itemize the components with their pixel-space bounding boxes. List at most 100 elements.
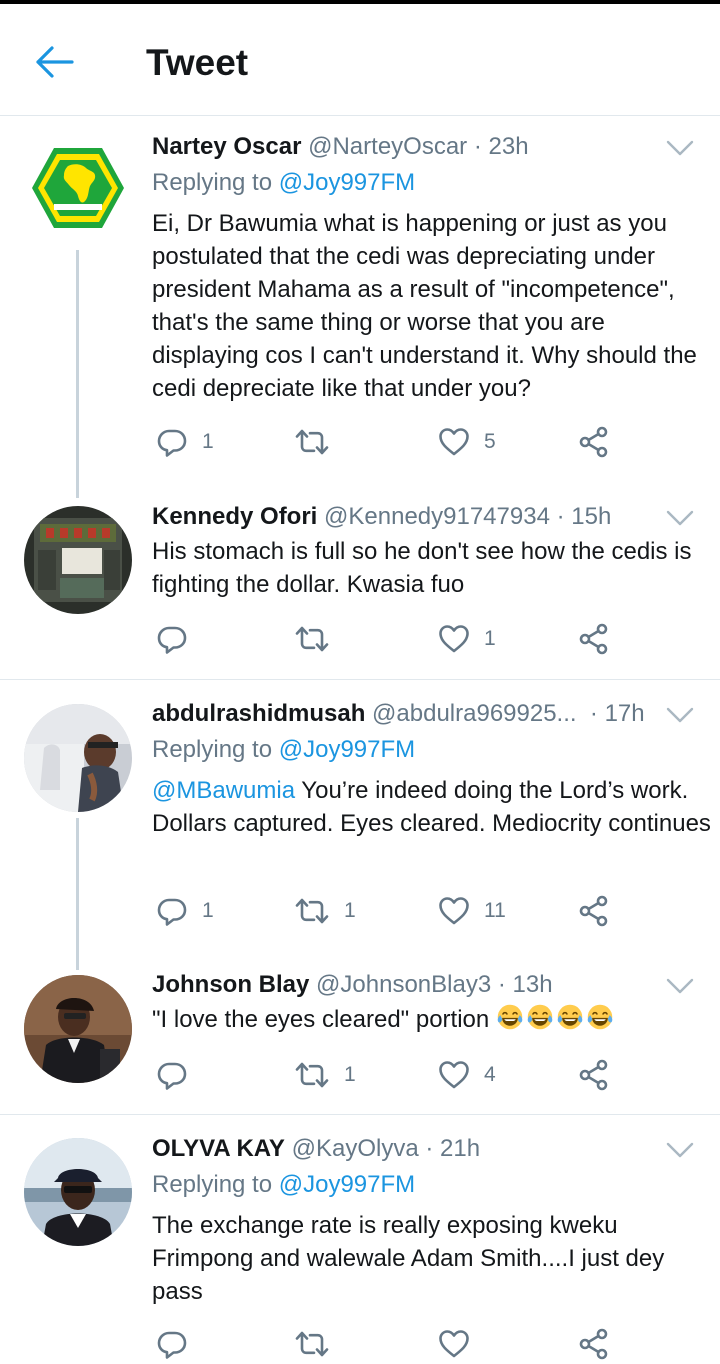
more-options-button[interactable]	[664, 508, 696, 528]
timestamp[interactable]: 23h	[489, 133, 529, 160]
like-button[interactable]: 11	[438, 891, 506, 931]
retweet-button[interactable]	[294, 1324, 330, 1364]
like-count: 4	[484, 1063, 496, 1086]
more-options-button[interactable]	[664, 976, 696, 996]
share-button[interactable]	[578, 422, 610, 462]
reply-button[interactable]	[156, 1055, 202, 1095]
retweet-button[interactable]: 1	[294, 1055, 356, 1095]
reply-button[interactable]	[156, 619, 202, 659]
share-button[interactable]	[578, 619, 610, 659]
avatar-photo-icon	[24, 1138, 132, 1246]
reply-button[interactable]	[156, 1324, 188, 1364]
like-button[interactable]: 4	[438, 1055, 496, 1095]
like-count: 5	[484, 430, 496, 453]
laughing-emoji-icon	[526, 1003, 554, 1031]
tweet-meta: OLYVA KAY @KayOlyva · 21h	[152, 1134, 480, 1164]
replying-to-link[interactable]: @Joy997FM	[279, 736, 415, 763]
replying-to-link[interactable]: @Joy997FM	[279, 169, 415, 196]
replying-to: Replying to @Joy997FM	[152, 735, 415, 765]
share-button[interactable]	[578, 1055, 610, 1095]
author-handle[interactable]: @Kennedy91747934	[324, 503, 550, 530]
laughing-emoji-icon	[556, 1003, 584, 1031]
author-name[interactable]: Nartey Oscar	[152, 133, 301, 160]
reply-icon	[156, 1059, 188, 1091]
chevron-down-icon	[664, 1140, 696, 1160]
divider	[0, 1114, 720, 1115]
timestamp[interactable]: 17h	[605, 700, 645, 727]
retweet-count: 1	[344, 1063, 356, 1086]
replying-to-label: Replying to	[152, 1171, 273, 1198]
tweet-actions	[152, 1324, 692, 1364]
author-name[interactable]: OLYVA KAY	[152, 1135, 285, 1162]
like-count: 1	[484, 627, 496, 650]
tweet-meta: abdulrashidmusah @abdulra969925... · 17h	[152, 699, 645, 729]
avatar[interactable]	[24, 506, 132, 614]
tweet-actions: 1 4	[152, 1055, 692, 1095]
retweet-icon	[294, 426, 330, 458]
replying-to-link[interactable]: @Joy997FM	[279, 1171, 415, 1198]
mention-link[interactable]: @MBawumia	[152, 777, 295, 804]
tweet-meta: Nartey Oscar @NarteyOscar · 23h	[152, 132, 529, 162]
like-button[interactable]: 5	[438, 422, 496, 462]
like-button[interactable]: 1	[438, 619, 496, 659]
replying-to-label: Replying to	[152, 169, 273, 196]
back-arrow-icon	[36, 46, 74, 78]
author-handle[interactable]: @KayOlyva	[292, 1135, 419, 1162]
share-button[interactable]	[578, 891, 610, 931]
timestamp[interactable]: 21h	[440, 1135, 480, 1162]
retweet-count: 1	[344, 899, 356, 922]
tweet-text: His stomach is full so he don't see how …	[152, 538, 692, 598]
timestamp[interactable]: 15h	[571, 503, 611, 530]
author-name[interactable]: abdulrashidmusah	[152, 700, 365, 727]
author-name[interactable]: Kennedy Ofori	[152, 503, 317, 530]
reply-icon	[156, 623, 188, 655]
emoji-group	[496, 1006, 616, 1033]
thread-line	[76, 818, 79, 970]
page-title: Tweet	[146, 42, 249, 83]
retweet-icon	[294, 1059, 330, 1091]
separator: ·	[473, 133, 482, 160]
more-options-button[interactable]	[664, 138, 696, 158]
avatar-photo-icon	[24, 506, 132, 614]
tweet-text: Ei, Dr Bawumia what is happening or just…	[152, 210, 697, 402]
share-icon	[578, 1059, 610, 1091]
avatar[interactable]	[24, 134, 132, 242]
timestamp[interactable]: 13h	[513, 971, 553, 998]
retweet-button[interactable]: 1	[294, 891, 356, 931]
retweet-icon	[294, 895, 330, 927]
tweet-text: @MBawumia You’re indeed doing the Lord’s…	[152, 774, 712, 840]
like-icon	[438, 1328, 470, 1360]
avatar[interactable]	[24, 1138, 132, 1246]
more-options-button[interactable]	[664, 1140, 696, 1160]
header: Tweet	[0, 4, 720, 116]
reply-count: 1	[202, 430, 214, 453]
tweet-meta: Kennedy Ofori @Kennedy91747934 · 15h	[152, 502, 611, 532]
share-icon	[578, 1328, 610, 1360]
reply-button[interactable]: 1	[156, 422, 214, 462]
back-button[interactable]	[34, 42, 78, 82]
share-icon	[578, 623, 610, 655]
like-button[interactable]	[438, 1324, 470, 1364]
tweet-text: The exchange rate is really exposing kwe…	[152, 1212, 665, 1305]
replying-to: Replying to @Joy997FM	[152, 168, 415, 198]
share-button[interactable]	[578, 1324, 610, 1364]
reply-button[interactable]: 1	[156, 891, 214, 931]
author-handle[interactable]: @JohnsonBlay3	[316, 971, 491, 998]
laughing-emoji-icon	[586, 1003, 614, 1031]
separator: ·	[556, 503, 565, 530]
separator: ·	[497, 971, 506, 998]
reply-icon	[156, 1328, 188, 1360]
like-count: 11	[484, 899, 506, 922]
retweet-button[interactable]	[294, 619, 344, 659]
more-options-button[interactable]	[664, 705, 696, 725]
avatar[interactable]	[24, 975, 132, 1083]
avatar[interactable]	[24, 704, 132, 812]
tweet-text: "I love the eyes cleared" portion	[152, 1003, 712, 1036]
author-name[interactable]: Johnson Blay	[152, 971, 309, 998]
retweet-button[interactable]	[294, 422, 344, 462]
like-icon	[438, 623, 470, 655]
author-handle[interactable]: @NarteyOscar	[308, 133, 467, 160]
author-handle[interactable]: @abdulra969925...	[372, 700, 577, 727]
retweet-icon	[294, 1328, 330, 1360]
share-icon	[578, 895, 610, 927]
